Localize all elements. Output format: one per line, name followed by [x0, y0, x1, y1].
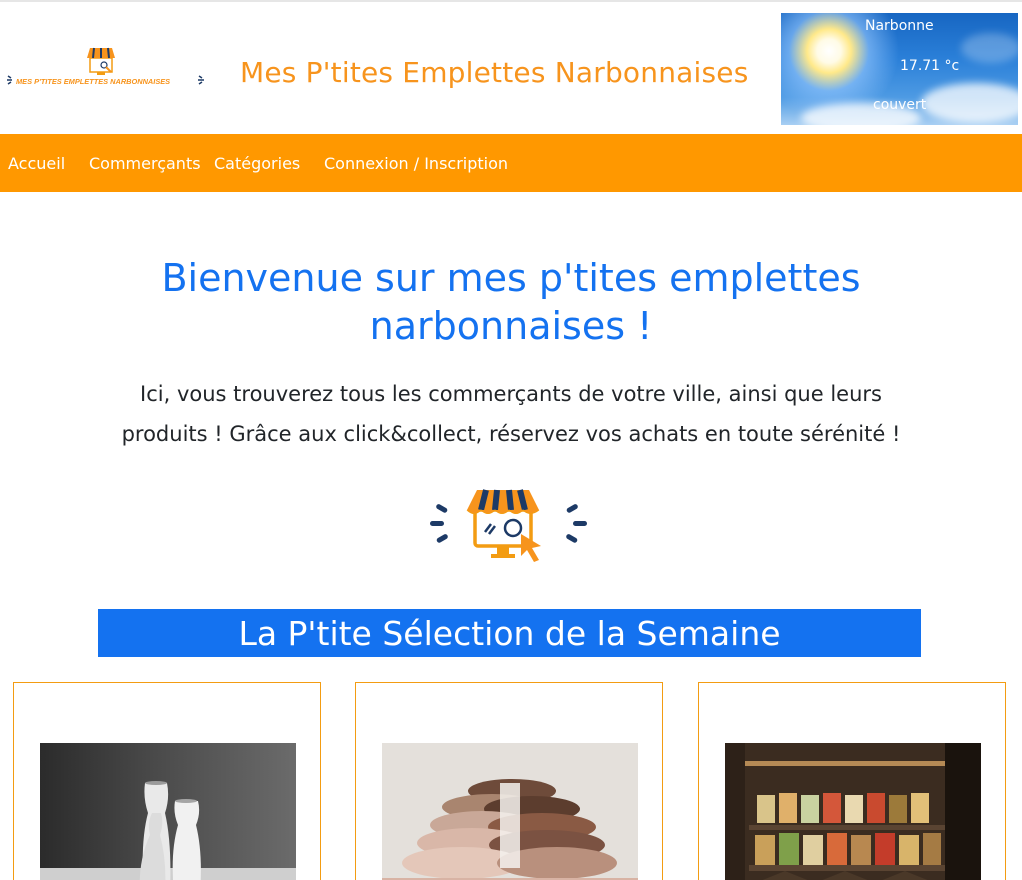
- hero-description: Ici, vous trouverez tous les commerçants…: [60, 374, 962, 454]
- weather-temperature: 17.71 °c: [900, 58, 960, 74]
- shop-click-logo: [430, 489, 587, 562]
- hero-title: Bienvenue sur mes p'tites emplettes narb…: [0, 254, 1022, 350]
- selection-card[interactable]: [698, 682, 1006, 880]
- hero-text-line1: Ici, vous trouverez tous les commerçants…: [140, 382, 882, 406]
- weather-city: Narbonne: [865, 18, 934, 34]
- selection-card[interactable]: [13, 682, 321, 880]
- sparkle-left-icon: [430, 504, 448, 543]
- white-vases-photo: [40, 743, 296, 880]
- selection-card[interactable]: [355, 682, 663, 880]
- sparkle-right-icon: [198, 75, 204, 85]
- nav-item-commercants[interactable]: Commerçants: [89, 154, 201, 173]
- nav-item-connexion[interactable]: Connexion / Inscription: [324, 154, 508, 173]
- storefront-icon: [87, 47, 115, 75]
- site-title: Mes P'tites Emplettes Narbonnaises: [240, 56, 749, 89]
- hero-title-line1: Bienvenue sur mes p'tites emplettes: [161, 256, 861, 300]
- nav-item-accueil[interactable]: Accueil: [8, 154, 65, 173]
- nav-item-categories[interactable]: Catégories: [214, 154, 300, 173]
- spice-jars-shelf-photo: [725, 743, 981, 880]
- site-logo[interactable]: MES P'TITES EMPLETTES NARBONNAISES: [5, 44, 210, 100]
- main-nav: Accueil Commerçants Catégories Connexion…: [0, 134, 1022, 192]
- sparkle-left-icon: [7, 75, 12, 85]
- weather-description: couvert: [873, 97, 927, 113]
- hero-text-line2: produits ! Grâce aux click&collect, rése…: [121, 422, 901, 446]
- selection-title: La P'tite Sélection de la Semaine: [98, 609, 921, 657]
- hero-title-line2: narbonnaises !: [369, 304, 653, 348]
- logo-text: MES P'TITES EMPLETTES NARBONNAISES: [16, 77, 170, 86]
- sparkle-right-icon: [566, 504, 587, 543]
- weather-widget: Narbonne 17.71 °c couvert: [781, 13, 1018, 125]
- site-header: MES P'TITES EMPLETTES NARBONNAISES Mes P…: [0, 2, 1022, 134]
- yarn-skeins-photo: [382, 743, 638, 880]
